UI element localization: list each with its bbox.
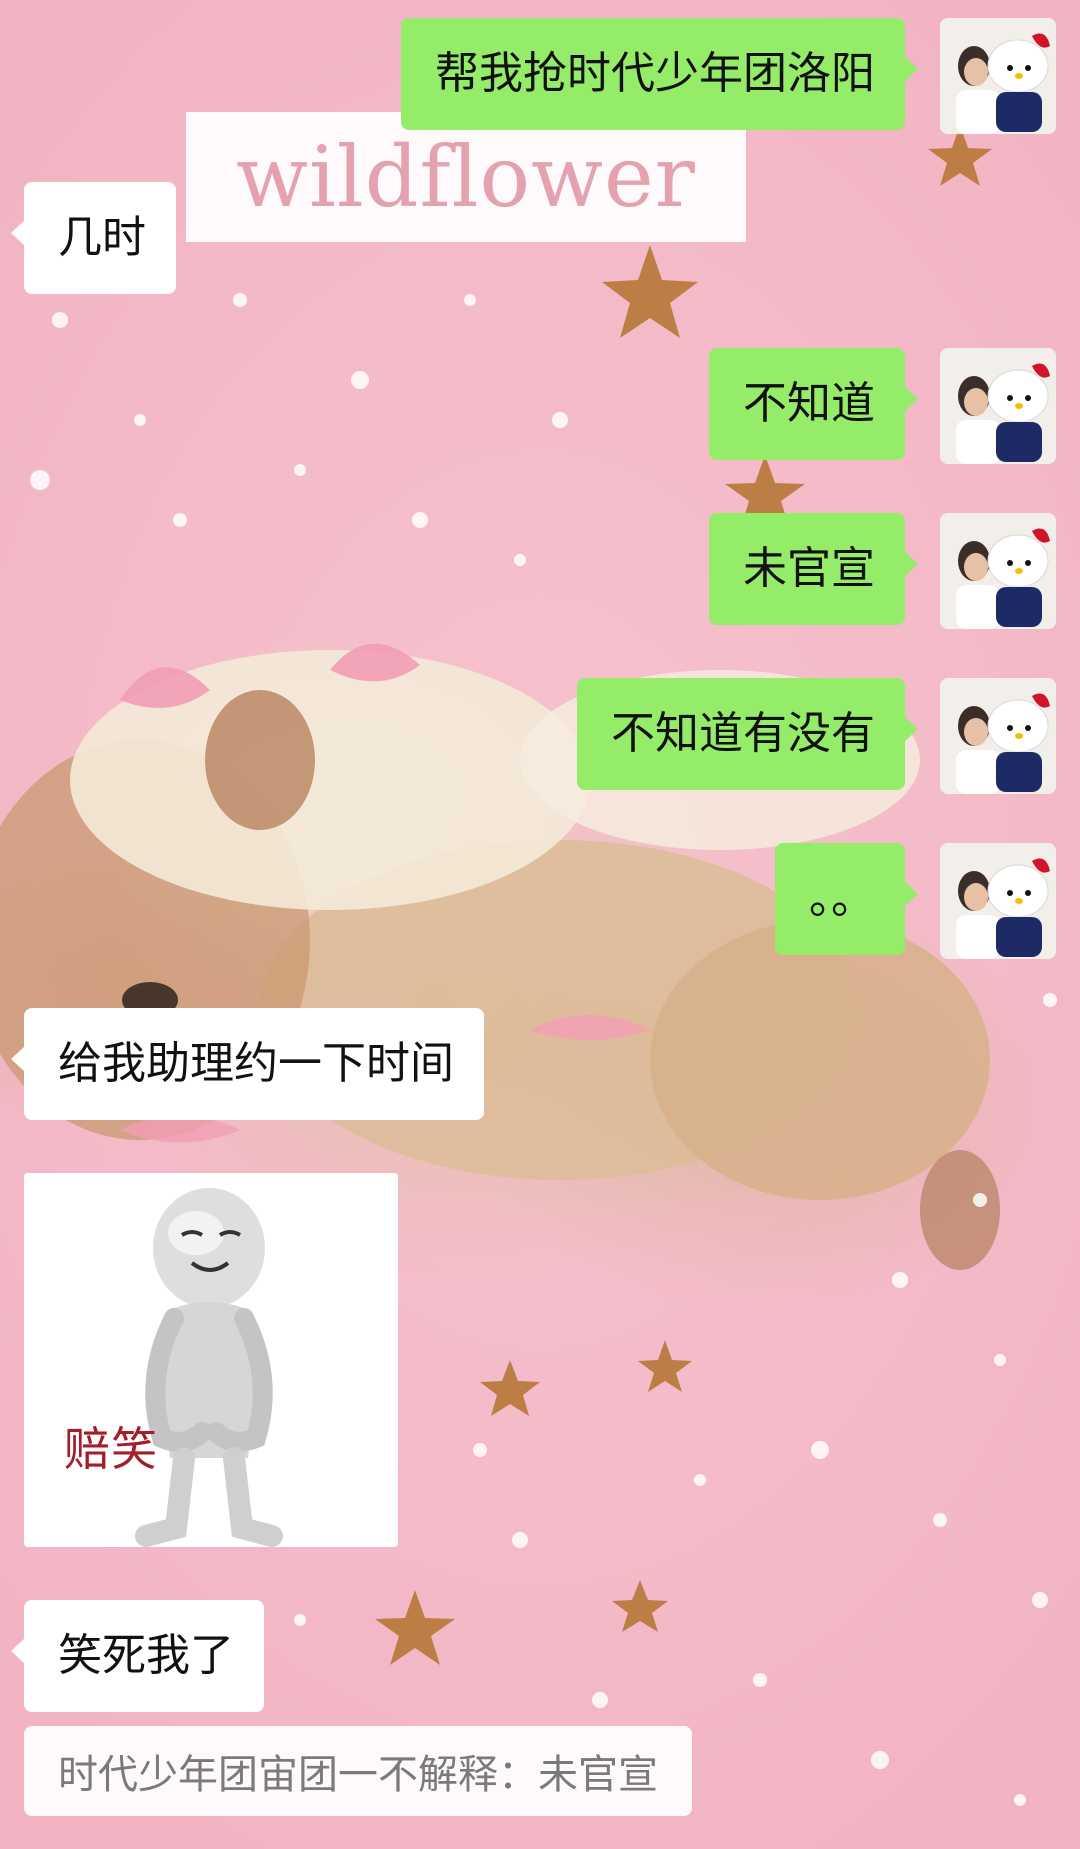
sticker-message[interactable]: 赔笑	[24, 1173, 398, 1547]
avatar-photo-icon	[940, 513, 1056, 629]
wallpaper-brand-banner: wildflower	[186, 112, 746, 242]
message-text: 不知道	[743, 378, 875, 429]
message-text: 给我助理约一下时间	[58, 1038, 454, 1089]
quoted-message-text: 时代少年团宙团一不解释：未官宣	[58, 1752, 658, 1798]
avatar-photo-icon	[940, 348, 1056, 464]
avatar-photo-icon	[940, 678, 1056, 794]
message-text: 几时	[58, 212, 146, 263]
avatar-photo-icon	[940, 18, 1056, 134]
message-text: 笑死我了	[58, 1630, 234, 1681]
outgoing-message-bubble[interactable]: 不知道有没有	[577, 678, 918, 790]
outgoing-message-bubble[interactable]: 帮我抢时代少年团洛阳	[401, 18, 918, 130]
message-text: 未官宣	[743, 543, 875, 594]
own-avatar[interactable]	[940, 18, 1056, 134]
message-text: 。。	[809, 873, 875, 924]
avatar-photo-icon	[940, 843, 1056, 959]
outgoing-message-bubble[interactable]: 不知道	[709, 348, 918, 460]
own-avatar[interactable]	[940, 678, 1056, 794]
wallpaper-brand-text: wildflower	[236, 128, 696, 226]
incoming-message-bubble[interactable]: 笑死我了	[11, 1600, 264, 1712]
incoming-message-bubble[interactable]: 给我助理约一下时间	[11, 1008, 484, 1120]
outgoing-message-bubble[interactable]: 未官宣	[709, 513, 918, 625]
own-avatar[interactable]	[940, 843, 1056, 959]
smiling-figure-sticker-icon	[24, 1173, 398, 1547]
own-avatar[interactable]	[940, 348, 1056, 464]
outgoing-message-bubble[interactable]: 。。	[775, 843, 918, 955]
message-text: 不知道有没有	[611, 708, 875, 759]
incoming-message-bubble[interactable]: 几时	[11, 182, 176, 294]
sticker-caption: 赔笑	[64, 1422, 158, 1476]
own-avatar[interactable]	[940, 513, 1056, 629]
message-text: 帮我抢时代少年团洛阳	[435, 48, 875, 99]
quoted-message[interactable]: 时代少年团宙团一不解释：未官宣	[24, 1726, 692, 1816]
